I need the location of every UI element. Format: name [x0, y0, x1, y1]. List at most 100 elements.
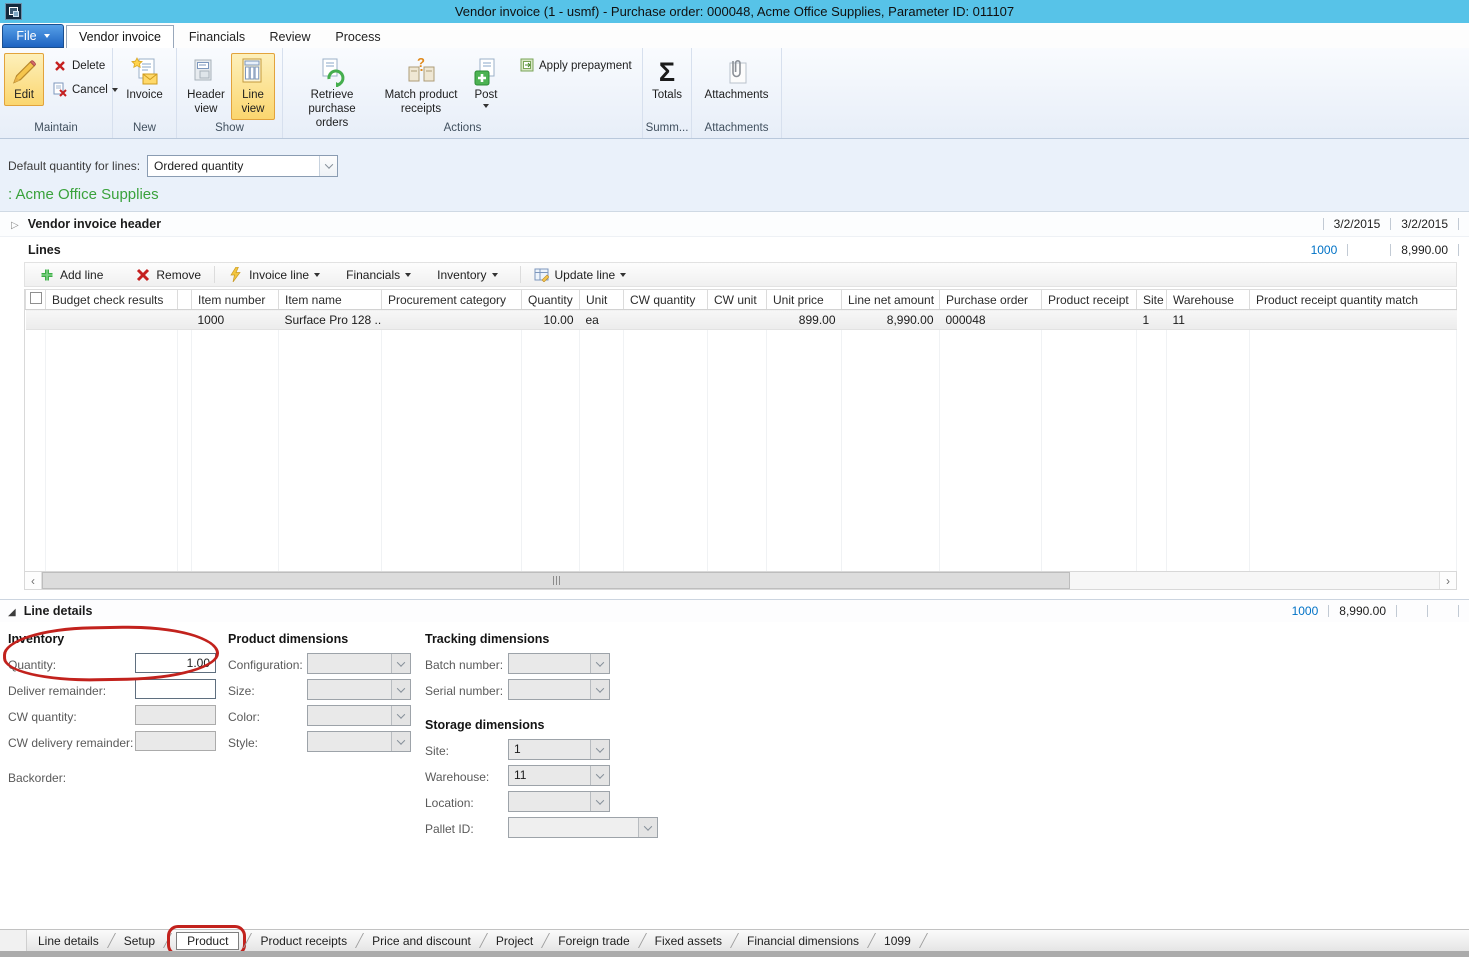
apply-prepayment-button[interactable]: Apply prepayment: [515, 55, 636, 76]
scroll-right-arrow-icon[interactable]: [1439, 572, 1456, 589]
delete-button[interactable]: Delete: [48, 55, 122, 76]
size-select: [307, 679, 411, 700]
collapse-arrow-icon[interactable]: [8, 604, 16, 618]
scrollbar-thumb[interactable]: [42, 572, 1070, 589]
invoice-line-row[interactable]: 1000 Surface Pro 128 ... 10.00 ea 899.00…: [26, 310, 1457, 330]
ribbon-group-maintain: Edit Delete Cancel Maintain: [0, 48, 113, 138]
deliver-remainder-input[interactable]: [135, 679, 216, 699]
file-menu-button[interactable]: File: [2, 24, 64, 48]
tab-price-and-discount[interactable]: Price and discount: [368, 933, 475, 949]
header-view-button[interactable]: Header view: [181, 53, 231, 120]
col-purchase-order[interactable]: Purchase order: [940, 290, 1042, 310]
chevron-down-icon: [405, 273, 411, 277]
invoice-date-value: 3/2/2015: [1334, 217, 1381, 231]
ribbon-group-actions: Retrieve purchase orders ? Match product…: [283, 48, 643, 138]
col-quantity[interactable]: Quantity: [522, 290, 580, 310]
invoice-line-menu-button[interactable]: Invoice line: [220, 265, 328, 285]
select-all-checkbox[interactable]: [30, 292, 42, 304]
tab-financials[interactable]: Financials: [184, 25, 250, 48]
totals-button[interactable]: Totals: [647, 53, 687, 106]
tracking-dimensions-group-title: Tracking dimensions: [425, 632, 549, 646]
cell-line-net-amount[interactable]: 8,990.00: [842, 310, 940, 330]
tab-process[interactable]: Process: [330, 25, 386, 48]
quantity-input[interactable]: 1.00: [135, 653, 216, 673]
update-line-menu-button[interactable]: Update line: [526, 265, 635, 285]
chevron-down-icon: [44, 34, 50, 38]
cell-warehouse[interactable]: 11: [1167, 310, 1250, 330]
tab-vendor-invoice[interactable]: Vendor invoice: [66, 25, 174, 48]
col-unit[interactable]: Unit: [580, 290, 624, 310]
chevron-down-icon: [314, 273, 320, 277]
tab-line-details[interactable]: Line details: [34, 933, 103, 949]
post-plus-document-icon: [470, 56, 502, 88]
lines-summary-item[interactable]: 1000: [1311, 243, 1338, 257]
product-dimensions-group-title: Product dimensions: [228, 632, 348, 646]
pallet-id-label: Pallet ID:: [425, 822, 474, 836]
col-cw-unit[interactable]: CW unit: [708, 290, 767, 310]
ribbon: Edit Delete Cancel Maintain: [0, 48, 1469, 139]
add-line-button[interactable]: Add line: [31, 265, 111, 285]
warehouse-select[interactable]: 11: [508, 765, 610, 786]
col-budget-check-results[interactable]: Budget check results: [46, 290, 178, 310]
col-warehouse[interactable]: Warehouse: [1167, 290, 1250, 310]
chevron-down-icon: [391, 732, 410, 751]
storage-dimensions-group-title: Storage dimensions: [425, 718, 544, 732]
site-select[interactable]: 1: [508, 739, 610, 760]
cell-purchase-order[interactable]: 000048: [940, 310, 1042, 330]
match-product-receipts-button[interactable]: ? Match product receipts: [377, 53, 465, 120]
tab-product[interactable]: Product: [176, 932, 239, 950]
tab-1099[interactable]: 1099: [880, 933, 915, 949]
line-details-summary-item[interactable]: 1000: [1292, 604, 1319, 618]
cell-procurement-category[interactable]: [382, 310, 522, 330]
chevron-down-icon[interactable]: [590, 740, 609, 759]
cell-item-name[interactable]: Surface Pro 128 ...: [279, 310, 382, 330]
lines-grid: Budget check results Item number Item na…: [24, 289, 1457, 573]
cell-unit[interactable]: ea: [580, 310, 624, 330]
vendor-heading: : Acme Office Supplies: [8, 186, 159, 203]
invoice-button[interactable]: Invoice: [122, 53, 166, 106]
col-cw-quantity[interactable]: CW quantity: [624, 290, 708, 310]
col-item-number[interactable]: Item number: [192, 290, 279, 310]
configuration-label: Configuration:: [228, 658, 303, 672]
tab-review[interactable]: Review: [265, 25, 315, 48]
cell-unit-price[interactable]: 899.00: [767, 310, 842, 330]
col-item-name[interactable]: Item name: [279, 290, 382, 310]
scroll-left-arrow-icon[interactable]: [25, 572, 42, 589]
paperclip-icon: [720, 56, 752, 88]
financials-menu-button[interactable]: Financials: [338, 266, 419, 284]
tab-fixed-assets[interactable]: Fixed assets: [651, 933, 726, 949]
chevron-down-icon[interactable]: [590, 792, 609, 811]
post-button[interactable]: Post: [465, 53, 507, 111]
default-quantity-select[interactable]: Ordered quantity: [147, 155, 338, 177]
sigma-icon: [651, 56, 683, 88]
col-site[interactable]: Site: [1137, 290, 1167, 310]
chevron-down-icon[interactable]: [590, 766, 609, 785]
line-details-summary-amount: 8,990.00: [1339, 604, 1386, 618]
col-product-receipt[interactable]: Product receipt: [1042, 290, 1137, 310]
horizontal-scrollbar[interactable]: [24, 571, 1457, 590]
col-procurement-category[interactable]: Procurement category: [382, 290, 522, 310]
line-view-button[interactable]: Line view: [231, 53, 275, 120]
inventory-menu-button[interactable]: Inventory: [429, 266, 505, 284]
expand-arrow-icon[interactable]: [11, 217, 19, 231]
attachments-button[interactable]: Attachments: [701, 53, 773, 106]
lightning-icon: [228, 267, 244, 283]
tab-foreign-trade[interactable]: Foreign trade: [554, 933, 633, 949]
options-band: Default quantity for lines: Ordered quan…: [0, 139, 1469, 211]
chevron-down-icon[interactable]: [319, 156, 337, 176]
tab-setup[interactable]: Setup: [120, 933, 159, 949]
col-unit-price[interactable]: Unit price: [767, 290, 842, 310]
col-product-receipt-quantity-match[interactable]: Product receipt quantity match: [1250, 290, 1457, 310]
cell-site[interactable]: 1: [1137, 310, 1167, 330]
col-line-net-amount[interactable]: Line net amount: [842, 290, 940, 310]
tab-product-receipts[interactable]: Product receipts: [256, 933, 351, 949]
edit-button[interactable]: Edit: [4, 53, 44, 106]
location-select[interactable]: [508, 791, 610, 812]
cancel-button[interactable]: Cancel: [48, 79, 122, 100]
cell-item-number[interactable]: 1000: [192, 310, 279, 330]
tab-financial-dimensions[interactable]: Financial dimensions: [743, 933, 863, 949]
cell-quantity[interactable]: 10.00: [522, 310, 580, 330]
tab-project[interactable]: Project: [492, 933, 537, 949]
remove-button[interactable]: Remove: [127, 265, 209, 285]
lines-band: Lines 1000 8,990.00: [0, 238, 1469, 261]
